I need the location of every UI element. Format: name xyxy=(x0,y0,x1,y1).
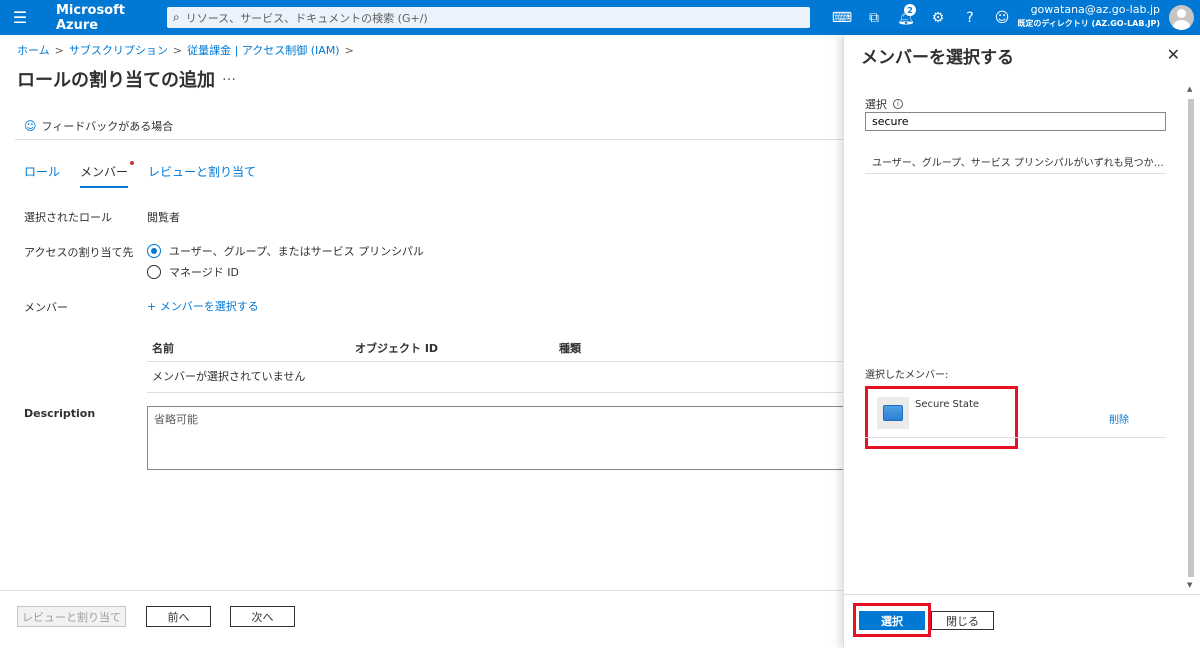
table-empty-text: メンバーが選択されていません xyxy=(152,370,306,383)
col-header-name: 名前 xyxy=(152,342,174,355)
scrollbar-thumb[interactable] xyxy=(1188,99,1194,577)
radio-unchecked-icon[interactable] xyxy=(147,265,161,279)
settings-gear-icon[interactable]: ⚙ xyxy=(922,0,954,35)
account-email: gowatana@az.go-lab.jp xyxy=(1030,3,1160,16)
close-button[interactable]: 閉じる xyxy=(931,611,994,630)
account-directory: 既定のディレクトリ (AZ.GO-LAB.JP) xyxy=(1017,19,1160,28)
tab-review-assign[interactable]: レビューと割り当て xyxy=(148,163,256,188)
cloud-shell-icon[interactable]: ⌨ xyxy=(826,0,858,35)
radio-user-group-sp[interactable]: ユーザー、グループ、またはサービス プリンシパル xyxy=(147,243,424,259)
divider xyxy=(865,173,1166,174)
info-icon[interactable]: i xyxy=(893,99,903,109)
assign-to-label: アクセスの割り当て先 xyxy=(24,246,134,259)
breadcrumb-subscriptions[interactable]: サブスクリプション xyxy=(69,44,168,57)
delete-member-link[interactable]: 削除 xyxy=(1109,411,1129,426)
panel-title: メンバーを選択する xyxy=(861,48,1014,68)
feedback-link[interactable]: ☺ フィードバックがある場合 xyxy=(24,118,173,134)
top-icons: ⌨ ⧉ 🔔︎ 2 ⚙ ? ☺ xyxy=(826,0,1018,35)
highlight-box-member xyxy=(865,386,1018,449)
highlight-box-select xyxy=(853,603,931,637)
feedback-icon: ☺ xyxy=(24,119,37,133)
breadcrumb-iam[interactable]: 従量課金 | アクセス制御 (IAM) xyxy=(187,44,340,57)
breadcrumb-home[interactable]: ホーム xyxy=(17,44,50,57)
account-info[interactable]: gowatana@az.go-lab.jp 既定のディレクトリ (AZ.GO-L… xyxy=(1017,3,1160,31)
tab-members[interactable]: メンバー xyxy=(80,161,135,188)
next-button[interactable]: 次へ xyxy=(230,606,295,627)
global-search-input[interactable]: ⌕ リソース、サービス、ドキュメントの検索 (G+/) xyxy=(167,7,810,28)
notifications-bell-icon[interactable]: 🔔︎ 2 xyxy=(890,0,922,35)
page-title: ロールの割り当ての追加 xyxy=(17,70,215,91)
col-header-type: 種類 xyxy=(559,342,581,355)
radio-option-1-label: ユーザー、グループ、またはサービス プリンシパル xyxy=(169,245,424,258)
members-label: メンバー xyxy=(24,301,68,314)
table-divider xyxy=(147,361,843,362)
no-results-text: ユーザー、グループ、サービス プリンシパルがいずれも見つかりませんでし... xyxy=(872,158,1172,169)
prev-button[interactable]: 前へ xyxy=(146,606,211,627)
avatar[interactable] xyxy=(1169,5,1194,30)
review-assign-button[interactable]: レビューと割り当て xyxy=(17,606,126,627)
top-bar: ☰ Microsoft Azure ⌕ リソース、サービス、ドキュメントの検索 … xyxy=(0,0,1200,35)
radio-managed-id[interactable]: マネージド ID xyxy=(147,264,239,280)
scroll-up-icon[interactable]: ▲ xyxy=(1187,85,1192,93)
help-icon[interactable]: ? xyxy=(954,0,986,35)
selected-role-value: 閲覧者 xyxy=(147,211,180,224)
tab-role[interactable]: ロール xyxy=(24,163,60,188)
divider xyxy=(865,437,1166,438)
table-divider xyxy=(147,392,843,393)
panel-footer-divider xyxy=(844,594,1200,595)
footer-divider xyxy=(0,590,843,591)
divider xyxy=(15,139,843,140)
select-label: 選択 i xyxy=(865,96,903,112)
required-dot xyxy=(130,161,135,165)
member-search-input[interactable] xyxy=(865,112,1166,131)
search-icon: ⌕ xyxy=(173,10,180,24)
selected-members-label: 選択したメンバー: xyxy=(865,370,949,381)
col-header-object-id: オブジェクト ID xyxy=(355,342,439,355)
description-textarea[interactable]: 省略可能 xyxy=(147,406,847,470)
radio-checked-icon[interactable] xyxy=(147,244,161,258)
brand-title[interactable]: Microsoft Azure xyxy=(56,3,168,33)
select-label-text: 選択 xyxy=(865,98,887,111)
select-members-link[interactable]: + メンバーを選択する xyxy=(147,298,259,314)
panel-scrollbar[interactable]: ▲ ▼ xyxy=(1186,85,1196,591)
radio-option-2-label: マネージド ID xyxy=(169,266,239,279)
search-placeholder: リソース、サービス、ドキュメントの検索 (G+/) xyxy=(185,11,428,25)
directory-filter-icon[interactable]: ⧉ xyxy=(858,0,890,35)
breadcrumb: ホーム > サブスクリプション > 従量課金 | アクセス制御 (IAM) > xyxy=(17,44,354,57)
hamburger-menu-icon[interactable]: ☰ xyxy=(0,0,40,35)
selected-role-label: 選択されたロール xyxy=(24,211,112,224)
close-icon[interactable]: ✕ xyxy=(1167,45,1180,64)
feedback-icon[interactable]: ☺ xyxy=(986,0,1018,35)
notification-badge: 2 xyxy=(904,4,916,16)
tab-members-label: メンバー xyxy=(80,165,129,179)
scroll-down-icon[interactable]: ▼ xyxy=(1187,581,1192,589)
description-label: Description xyxy=(24,407,96,420)
tabs: ロール メンバー レビューと割り当て xyxy=(24,161,276,188)
more-options-icon[interactable]: … xyxy=(222,68,236,84)
select-members-panel: メンバーを選択する ✕ 選択 i ユーザー、グループ、サービス プリンシパルがい… xyxy=(843,35,1200,648)
feedback-label: フィードバックがある場合 xyxy=(41,120,174,133)
